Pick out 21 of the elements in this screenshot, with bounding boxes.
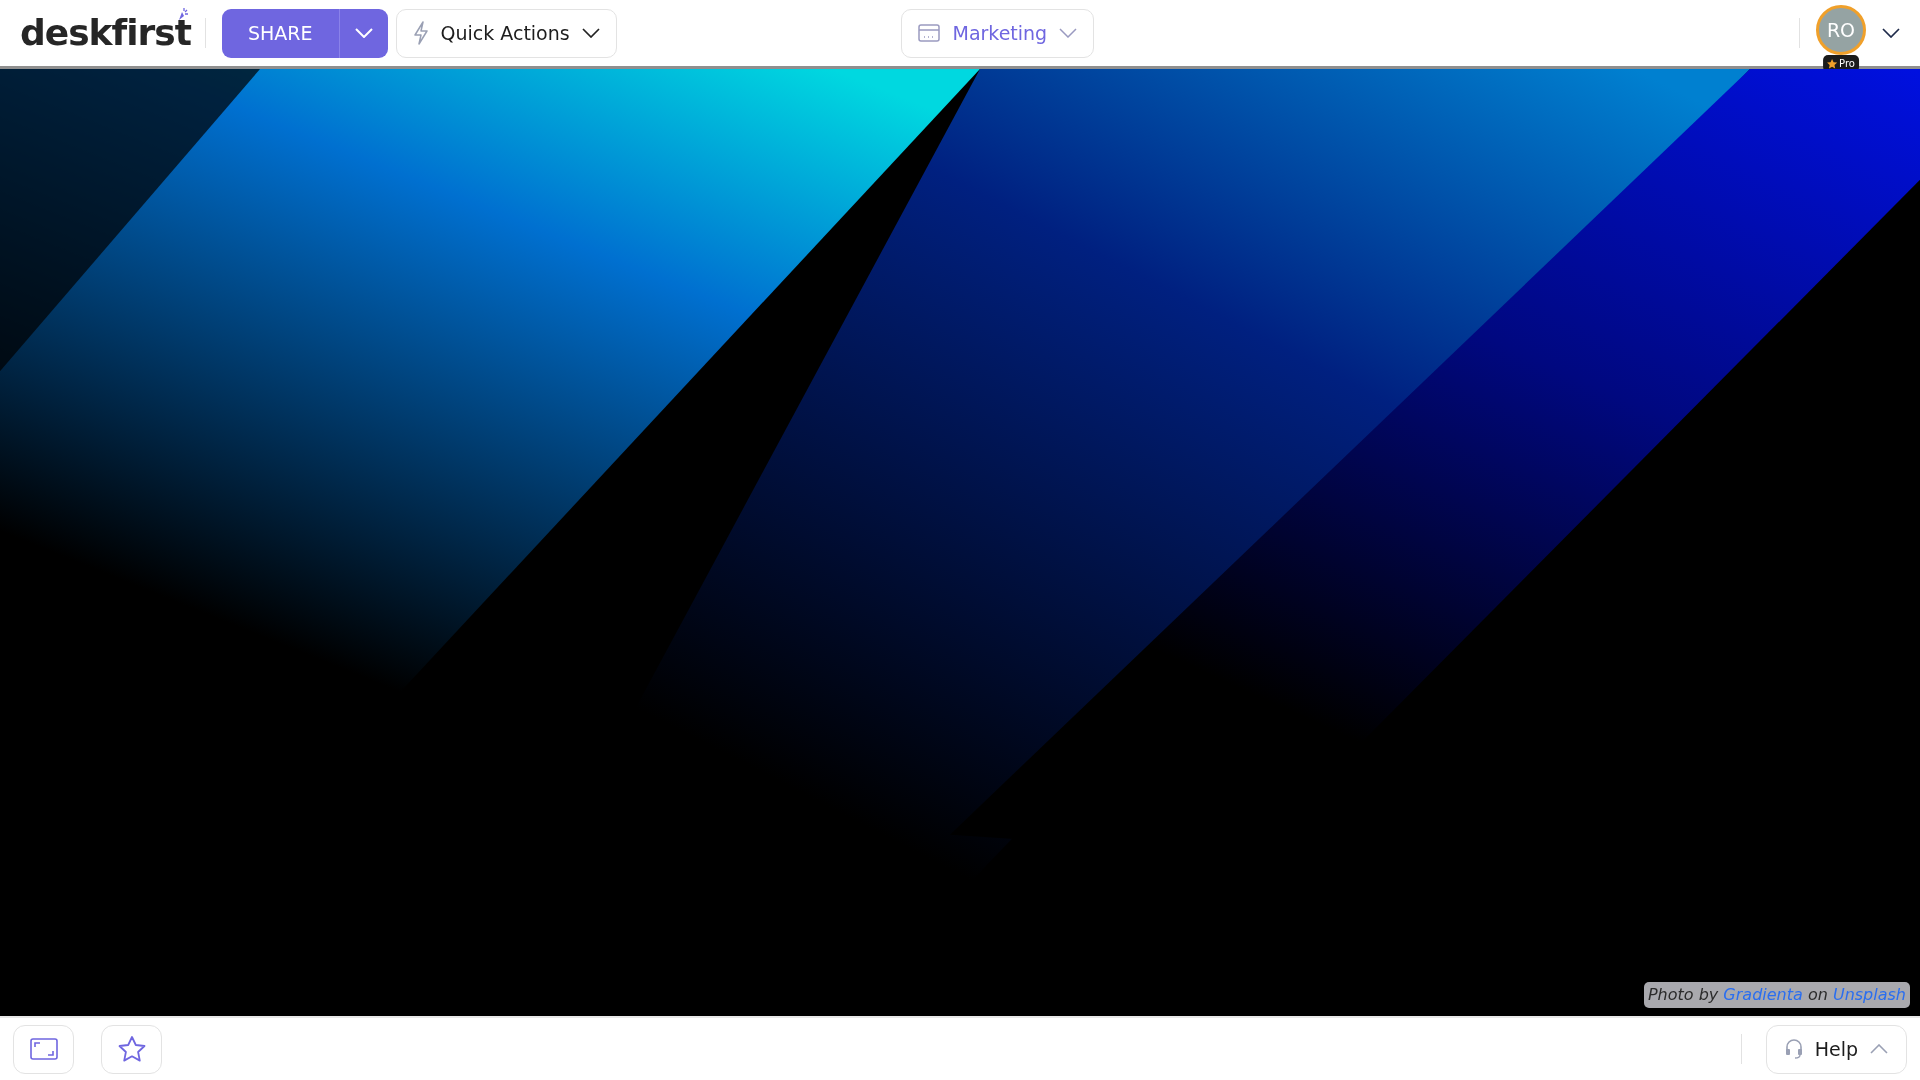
logo: deskfirst bbox=[20, 15, 191, 51]
workspace-dropdown[interactable]: Marketing bbox=[901, 8, 1095, 58]
quick-actions-button[interactable]: Quick Actions bbox=[395, 8, 617, 58]
help-button[interactable]: Help bbox=[1765, 1024, 1907, 1074]
chevron-down-icon[interactable] bbox=[1882, 28, 1900, 38]
share-button[interactable]: SHARE bbox=[221, 8, 340, 58]
favorite-button[interactable] bbox=[101, 1024, 162, 1074]
chevron-up-icon bbox=[1870, 1044, 1888, 1054]
star-icon bbox=[1827, 58, 1838, 69]
chevron-down-icon bbox=[354, 28, 373, 38]
photo-credit: Photo by Gradienta on Unsplash bbox=[1643, 982, 1910, 1008]
fullscreen-button[interactable] bbox=[13, 1024, 74, 1074]
share-menu-button[interactable] bbox=[339, 8, 388, 58]
headset-icon bbox=[1784, 1038, 1803, 1060]
window-icon bbox=[918, 24, 941, 42]
lightning-icon bbox=[412, 21, 429, 45]
user-avatar[interactable]: RO bbox=[1816, 5, 1866, 55]
chevron-down-icon bbox=[1059, 28, 1078, 38]
star-icon bbox=[116, 1035, 147, 1063]
frame-icon bbox=[29, 1038, 58, 1060]
chevron-down-icon bbox=[581, 28, 600, 38]
